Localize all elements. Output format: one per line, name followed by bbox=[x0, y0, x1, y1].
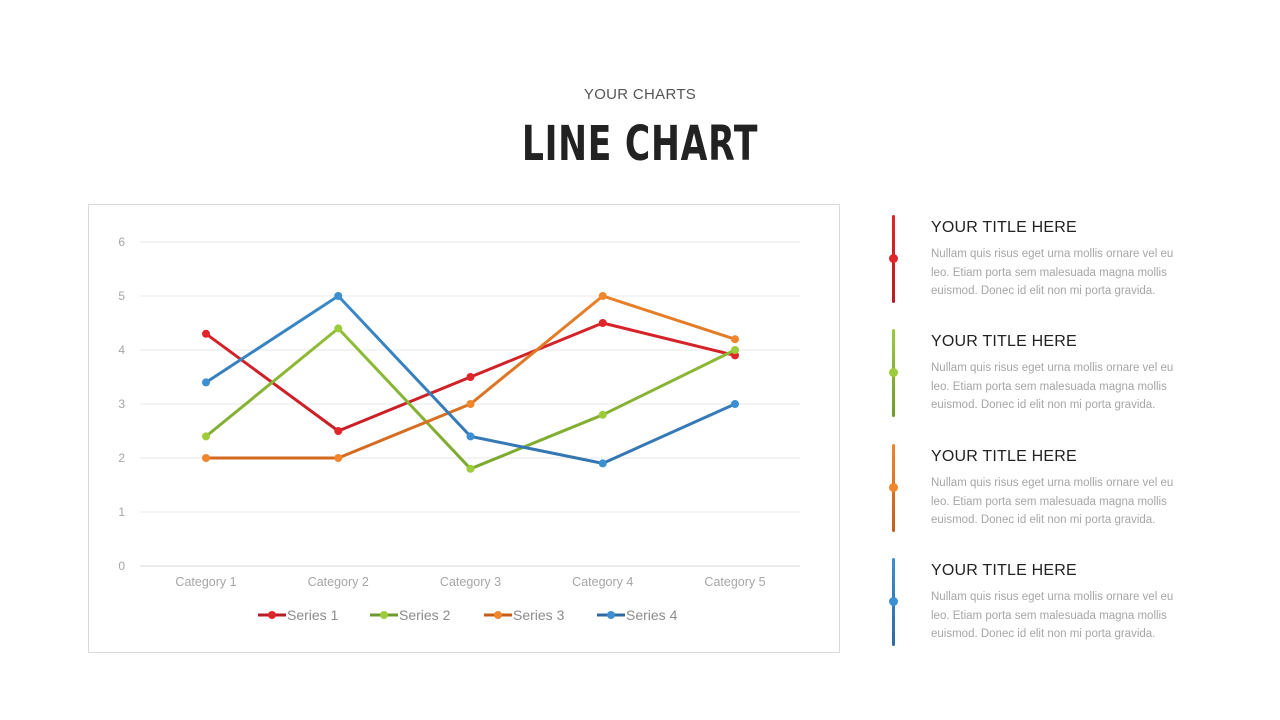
data-point-series-3 bbox=[466, 400, 475, 408]
item-title: YOUR TITLE HERE bbox=[931, 219, 1077, 236]
legend-marker bbox=[380, 611, 388, 619]
data-point-series-4 bbox=[731, 400, 739, 408]
data-point-series-1 bbox=[598, 319, 607, 327]
y-tick-label: 3 bbox=[118, 397, 125, 411]
data-point-series-3 bbox=[731, 335, 739, 344]
legend-label: Series 4 bbox=[626, 607, 678, 623]
legend-label: Series 2 bbox=[399, 607, 451, 623]
data-point-series-2 bbox=[466, 464, 475, 473]
accent-dot bbox=[889, 597, 898, 606]
x-tick-label: Category 3 bbox=[440, 575, 501, 589]
item-text: Nullam quis risus eget urna mollis ornar… bbox=[931, 477, 1174, 526]
legend-label: Series 3 bbox=[513, 607, 565, 623]
data-point-series-3 bbox=[202, 454, 210, 462]
data-point-series-3 bbox=[598, 292, 607, 300]
data-point-series-4 bbox=[598, 459, 607, 468]
description-item-2: YOUR TITLE HERE Nullam quis risus eget u… bbox=[880, 324, 1210, 419]
x-tick-label: Category 1 bbox=[175, 575, 236, 589]
item-text: Nullam quis risus eget urna mollis ornar… bbox=[931, 248, 1174, 297]
item-text: Nullam quis risus eget urna mollis ornar… bbox=[931, 362, 1174, 411]
data-point-series-1 bbox=[334, 427, 343, 435]
legend-marker bbox=[607, 611, 615, 619]
description-item-4: YOUR TITLE HERE Nullam quis risus eget u… bbox=[880, 553, 1210, 648]
legend-label: Series 1 bbox=[287, 607, 339, 623]
series-line-2 bbox=[204, 326, 737, 471]
y-tick-label: 6 bbox=[118, 235, 125, 249]
y-tick-label: 4 bbox=[118, 343, 125, 357]
data-point-series-2 bbox=[334, 324, 343, 333]
legend-marker bbox=[268, 611, 276, 619]
data-point-series-2 bbox=[202, 432, 210, 441]
item-title: YOUR TITLE HERE bbox=[931, 562, 1077, 579]
accent-dot bbox=[889, 368, 898, 377]
data-point-series-1 bbox=[202, 329, 210, 338]
data-point-series-1 bbox=[466, 373, 475, 381]
item-text: Nullam quis risus eget urna mollis ornar… bbox=[931, 591, 1174, 640]
x-tick-label: Category 4 bbox=[572, 575, 633, 589]
item-title: YOUR TITLE HERE bbox=[931, 448, 1077, 465]
y-tick-label: 5 bbox=[118, 289, 125, 303]
data-point-series-3 bbox=[334, 454, 343, 462]
accent-dot bbox=[889, 254, 898, 263]
x-tick-label: Category 2 bbox=[308, 575, 369, 589]
y-tick-label: 1 bbox=[118, 505, 125, 519]
data-point-series-4 bbox=[202, 378, 210, 387]
y-tick-label: 0 bbox=[118, 559, 125, 573]
x-tick-label: Category 5 bbox=[704, 575, 765, 589]
data-point-series-2 bbox=[598, 410, 607, 419]
data-point-series-2 bbox=[731, 346, 739, 354]
description-item-3: YOUR TITLE HERE Nullam quis risus eget u… bbox=[880, 439, 1210, 534]
item-title: YOUR TITLE HERE bbox=[931, 333, 1077, 350]
legend-marker bbox=[494, 611, 502, 619]
description-item-1: YOUR TITLE HERE Nullam quis risus eget u… bbox=[880, 210, 1210, 305]
accent-dot bbox=[889, 483, 898, 492]
y-tick-label: 2 bbox=[118, 451, 125, 465]
data-point-series-4 bbox=[334, 292, 343, 300]
data-point-series-4 bbox=[466, 432, 475, 441]
